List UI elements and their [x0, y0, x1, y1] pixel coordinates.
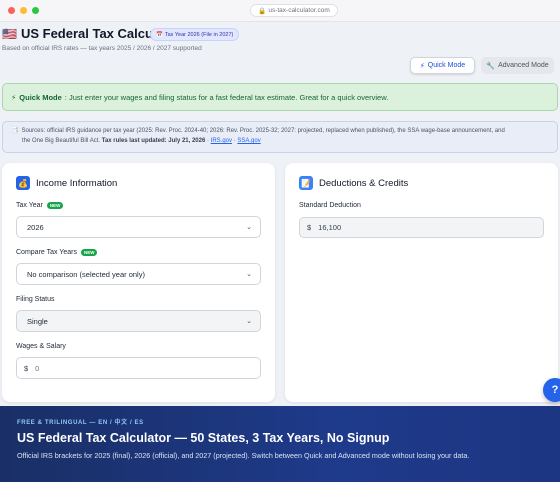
tax-year-select[interactable]: 2026 ⌄: [16, 216, 261, 238]
chevron-down-icon: ⌄: [246, 271, 252, 278]
income-card-title: Income Information: [36, 177, 118, 189]
sources-text-continued: the One Big Beautiful Bill Act.: [22, 138, 101, 144]
standard-deduction-label: Standard Deduction: [299, 202, 361, 209]
chevron-down-icon: ⌄: [246, 318, 252, 325]
standard-deduction-field: $ 16,100: [299, 217, 544, 238]
compare-selected-value: No comparison (selected year only): [27, 269, 145, 279]
tax-year-label-text: Tax Year: [16, 202, 43, 209]
deductions-credits-card: 📝 Deductions & Credits Standard Deductio…: [285, 163, 558, 402]
promo-banner: FREE & TRILINGUAL — EN / 中文 / ES US Fede…: [0, 406, 560, 482]
quick-mode-banner-text: : Just enter your wages and filing statu…: [64, 92, 389, 102]
income-information-card: 💰 Income Information Tax Year NEW 2026 ⌄…: [2, 163, 275, 402]
wages-salary-label: Wages & Salary: [16, 343, 66, 350]
url-text: us-tax-calculator.com: [268, 7, 330, 14]
help-button[interactable]: ?: [543, 378, 560, 402]
quick-mode-button[interactable]: ⚡ Quick Mode: [410, 57, 475, 74]
sources-text: Sources: official IRS guidance per tax y…: [21, 128, 505, 134]
new-badge: NEW: [46, 202, 64, 209]
wages-salary-input[interactable]: [35, 363, 236, 373]
separator: ·: [207, 138, 209, 144]
income-card-header: 💰 Income Information: [16, 176, 117, 190]
advanced-mode-button[interactable]: 🔧 Advanced Mode: [481, 57, 554, 74]
wages-salary-field[interactable]: $: [16, 357, 261, 379]
promo-eyebrow: FREE & TRILINGUAL — EN / 中文 / ES: [17, 420, 144, 426]
ssa-link[interactable]: SSA.gov: [237, 138, 260, 144]
quick-mode-banner: ⚡ Quick Mode: Just enter your wages and …: [2, 83, 558, 111]
lightning-icon: ⚡: [419, 62, 425, 70]
tax-year-label: Tax Year NEW: [16, 202, 64, 209]
new-badge: NEW: [80, 249, 98, 256]
irs-link[interactable]: IRS.gov: [211, 138, 232, 144]
standard-deduction-value: 16,100: [318, 223, 342, 232]
compare-tax-years-select[interactable]: No comparison (selected year only) ⌄: [16, 263, 261, 285]
maximize-window-button[interactable]: [32, 7, 39, 14]
chevron-down-icon: ⌄: [246, 224, 252, 231]
separator: ·: [233, 138, 236, 144]
dollar-sign: $: [24, 363, 29, 373]
filing-status-select[interactable]: Single ⌄: [16, 310, 261, 332]
last-updated-text: Tax rules last updated: July 21, 2026: [101, 138, 206, 144]
window-controls: [8, 7, 39, 14]
money-bag-icon: 💰: [16, 176, 30, 190]
quick-mode-banner-title: Quick Mode: [19, 92, 62, 102]
tax-year-badge-label: Tax Year 2026 (File in 2027): [164, 31, 234, 38]
browser-toolbar: 🔒 us-tax-calculator.com: [0, 0, 560, 22]
close-window-button[interactable]: [8, 7, 15, 14]
tax-year-badge: 📅 Tax Year 2026 (File in 2027): [150, 28, 240, 41]
sources-notice: 📑 Sources: official IRS guidance per tax…: [2, 121, 558, 153]
lightning-icon: ⚡: [11, 92, 17, 102]
promo-title: US Federal Tax Calculator — 50 States, 3…: [17, 431, 390, 445]
page-subtitle: Based on official IRS rates — tax years …: [2, 45, 202, 52]
quick-mode-label: Quick Mode: [427, 62, 466, 69]
deductions-card-title: Deductions & Credits: [319, 177, 409, 189]
filing-status-label: Filing Status: [16, 296, 55, 303]
tax-year-selected-value: 2026: [27, 222, 44, 232]
wrench-icon: 🔧: [486, 62, 496, 70]
lock-icon: 🔒: [258, 7, 267, 15]
us-flag-icon: 🇺🇸: [2, 26, 17, 41]
address-bar[interactable]: 🔒 us-tax-calculator.com: [250, 4, 338, 17]
compare-tax-years-label-text: Compare Tax Years: [16, 249, 77, 256]
minimize-window-button[interactable]: [20, 7, 27, 14]
document-icon: 📑: [11, 128, 19, 134]
compare-tax-years-label: Compare Tax Years NEW: [16, 249, 98, 256]
promo-description: Official IRS brackets for 2025 (final), …: [17, 451, 470, 460]
memo-icon: 📝: [299, 176, 313, 190]
calendar-icon: 📅: [156, 31, 163, 38]
dollar-sign: $: [307, 223, 312, 232]
advanced-mode-label: Advanced Mode: [498, 62, 549, 69]
filing-status-selected-value: Single: [27, 316, 48, 326]
deductions-card-header: 📝 Deductions & Credits: [299, 176, 408, 190]
